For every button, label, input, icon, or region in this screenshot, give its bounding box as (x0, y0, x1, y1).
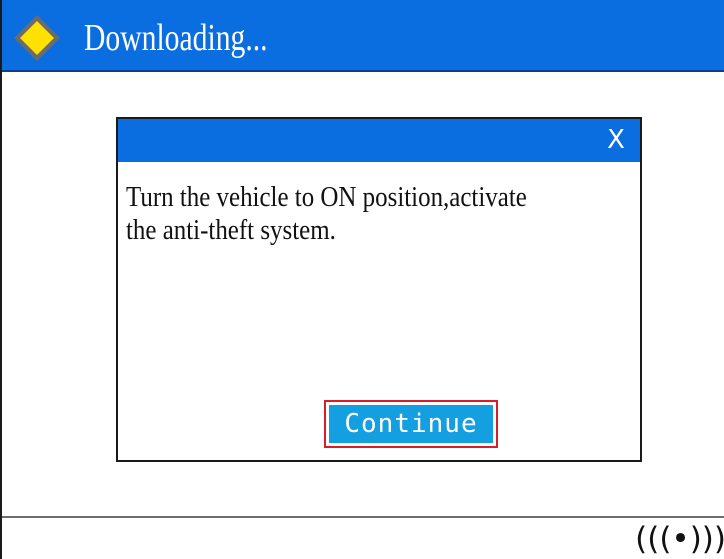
close-button[interactable]: X (598, 121, 634, 159)
page-title: Downloading... (84, 17, 268, 59)
continue-button[interactable]: Continue (329, 405, 493, 443)
dialog-message: Turn the vehicle to ON position,activate… (126, 181, 527, 246)
app-window: Downloading... X Turn the vehicle to ON … (0, 0, 724, 559)
diamond-warning-icon (14, 15, 60, 61)
wireless-signal-icon: (((•))) (635, 521, 724, 557)
dialog-title-bar: X (118, 119, 640, 162)
message-dialog: X Turn the vehicle to ON position,activa… (116, 117, 642, 462)
header-bar: Downloading... (2, 0, 724, 72)
status-footer: (((•))) (2, 516, 724, 559)
continue-focus-outline: Continue (324, 400, 498, 448)
